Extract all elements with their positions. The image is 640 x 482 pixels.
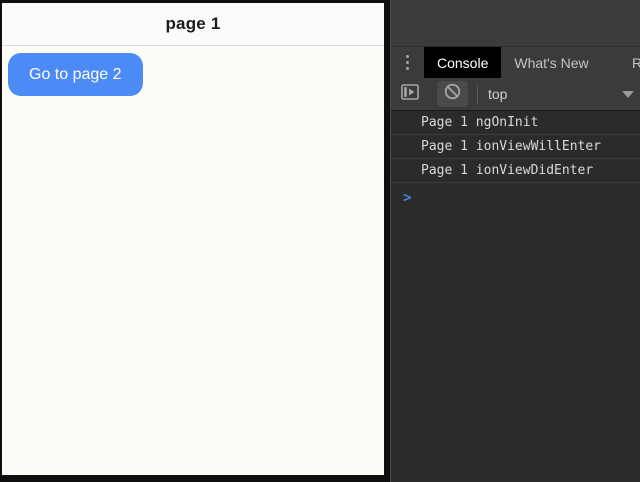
console-prompt-input[interactable]: > [391, 183, 640, 482]
console-output: Page 1 ngOnInit Page 1 ionViewWillEnter … [391, 111, 640, 482]
console-message: Page 1 ngOnInit [391, 111, 640, 135]
go-to-page-2-button[interactable]: Go to page 2 [8, 53, 143, 96]
tab-clipped[interactable]: R [630, 47, 640, 78]
screen: page 1 Go to page 2 Console What's New R [0, 0, 640, 482]
clear-console-button[interactable] [437, 81, 468, 107]
console-toolbar: top [391, 78, 640, 111]
tab-whats-new[interactable]: What's New [501, 47, 601, 78]
kebab-menu-icon[interactable] [391, 47, 424, 78]
tab-console[interactable]: Console [424, 47, 501, 78]
clear-console-icon [444, 83, 461, 105]
app-viewport: page 1 Go to page 2 [2, 3, 384, 475]
app-preview-panel: page 1 Go to page 2 [0, 0, 390, 482]
toolbar-separator [477, 85, 478, 104]
frame-context-select[interactable]: top [488, 78, 640, 110]
devtools-tabbar: Console What's New R [391, 47, 640, 78]
frame-context-label: top [488, 86, 507, 102]
console-message: Page 1 ionViewWillEnter [391, 135, 640, 159]
console-prompt-chevron-icon: > [403, 190, 411, 206]
page-title: page 1 [165, 14, 220, 34]
chevron-down-icon [622, 91, 634, 98]
app-content: Go to page 2 [2, 46, 384, 475]
app-header: page 1 [2, 3, 384, 46]
console-message: Page 1 ionViewDidEnter [391, 159, 640, 183]
show-console-sidebar-icon [401, 84, 419, 105]
devtools-panel: Console What's New R [390, 0, 640, 482]
devtools-top-strip [391, 0, 640, 47]
show-console-sidebar-button[interactable] [396, 81, 424, 107]
